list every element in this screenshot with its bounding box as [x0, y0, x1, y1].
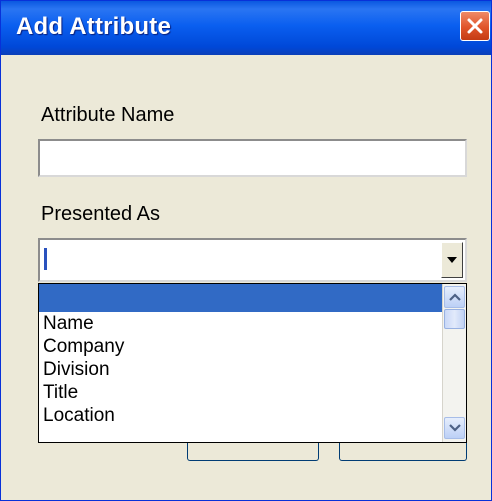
- scroll-down-button[interactable]: [444, 417, 465, 439]
- text-cursor: [44, 248, 47, 270]
- chevron-down-icon: [447, 257, 457, 263]
- dropdown-option[interactable]: Name: [39, 312, 442, 335]
- dropdown-option[interactable]: Title: [39, 381, 442, 404]
- attribute-name-label: Attribute Name: [41, 104, 175, 126]
- presented-as-combobox[interactable]: [38, 238, 467, 282]
- close-button[interactable]: [460, 11, 490, 41]
- chevron-down-icon: [448, 424, 461, 432]
- dropdown-option[interactable]: Location: [39, 404, 442, 427]
- scroll-thumb[interactable]: [444, 309, 465, 329]
- dropdown-option[interactable]: Company: [39, 335, 442, 358]
- dialog-title: Add Attribute: [16, 13, 172, 40]
- dropdown-options: Name Company Division Title Location: [39, 284, 442, 427]
- chevron-up-icon: [448, 293, 461, 301]
- close-icon: [467, 18, 483, 34]
- add-attribute-dialog: Add Attribute Attribute Name Presented A…: [0, 0, 492, 501]
- vertical-scrollbar[interactable]: [442, 284, 466, 442]
- presented-as-label: Presented As: [41, 203, 160, 225]
- presented-as-dropdown-list[interactable]: Name Company Division Title Location: [38, 283, 467, 443]
- dropdown-button[interactable]: [441, 242, 463, 278]
- dropdown-option[interactable]: [39, 284, 442, 312]
- dropdown-option[interactable]: Division: [39, 358, 442, 381]
- scroll-up-button[interactable]: [444, 286, 465, 308]
- title-bar[interactable]: Add Attribute: [1, 1, 491, 55]
- attribute-name-input[interactable]: [38, 139, 467, 177]
